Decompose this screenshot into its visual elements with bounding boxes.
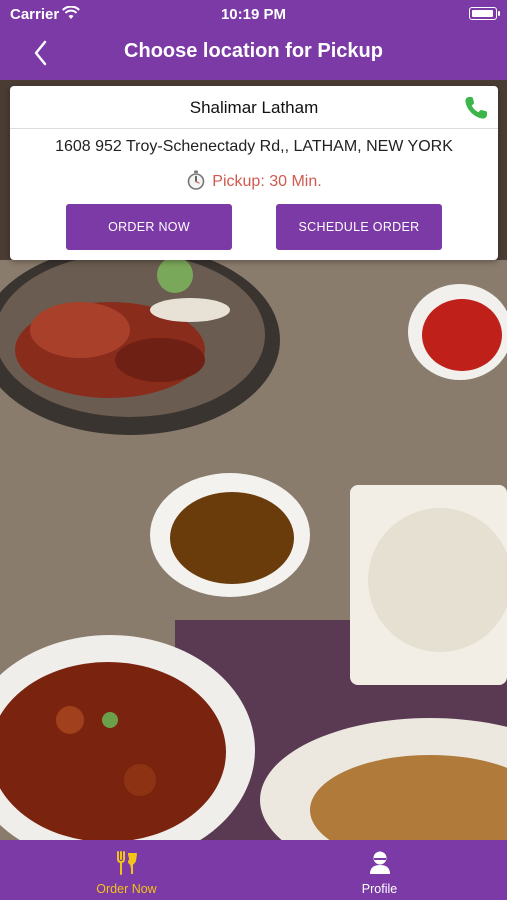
tab-profile[interactable]: Profile — [253, 840, 506, 900]
app-header: Carrier 10:19 PM Choose location for Pic… — [0, 0, 507, 80]
schedule-order-button[interactable]: SCHEDULE ORDER — [276, 204, 442, 250]
pickup-time-row: Pickup: 30 Min. — [10, 170, 498, 191]
tab-order-now[interactable]: Order Now — [0, 840, 253, 900]
tab-bar: Order Now Profile — [0, 840, 507, 900]
card-divider — [10, 128, 498, 129]
person-icon — [370, 851, 390, 874]
phone-icon[interactable] — [462, 94, 490, 122]
location-address: 1608 952 Troy-Schenectady Rd,, LATHAM, N… — [55, 138, 453, 155]
pickup-time-label: Pickup: 30 Min. — [212, 173, 322, 190]
page-title: Choose location for Pickup — [124, 40, 383, 62]
tab-order-now-label: Order Now — [96, 882, 157, 896]
stopwatch-icon — [187, 170, 205, 190]
cutlery-icon — [117, 851, 137, 875]
battery-icon — [469, 7, 500, 20]
tab-profile-label: Profile — [361, 882, 398, 896]
location-card: Shalimar Latham 1608 952 Troy-Schenectad… — [10, 86, 498, 260]
status-bar: Carrier 10:19 PM — [0, 0, 507, 28]
status-time: 10:19 PM — [220, 6, 287, 23]
order-now-button[interactable]: ORDER NOW — [66, 204, 232, 250]
location-name: Shalimar Latham — [189, 98, 319, 117]
